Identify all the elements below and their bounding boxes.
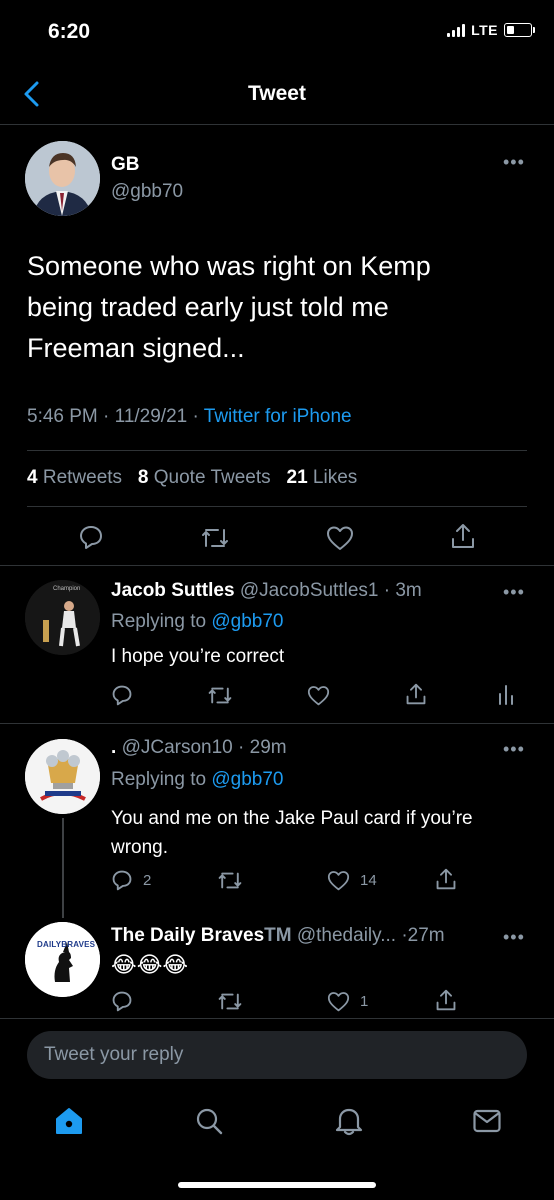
avatar[interactable]: DAILYBRAVES <box>25 922 100 997</box>
reply-author-name[interactable]: Jacob Suttles <box>111 580 235 601</box>
more-icon[interactable]: ••• <box>503 582 525 603</box>
more-icon[interactable]: ••• <box>503 927 525 948</box>
replying-to-label: Replying to <box>111 611 207 632</box>
reply-count: 2 <box>143 871 152 889</box>
reply-author-name[interactable]: The Daily Braves <box>111 925 264 946</box>
tweet-stats: 4 Retweets 8 Quote Tweets 21 Likes <box>27 467 357 489</box>
replying-to-label: Replying to <box>111 769 207 790</box>
like-icon[interactable] <box>307 685 330 706</box>
reply-icon[interactable] <box>111 990 133 1012</box>
reply-author-handle[interactable]: @JacobSuttles1 <box>240 580 379 601</box>
tweet-meta: 5:46 PM · 11/29/21 · Twitter for iPhone <box>27 406 352 427</box>
like-icon[interactable] <box>326 525 354 551</box>
reply-text-line: wrong. <box>111 837 169 858</box>
like-count: 14 <box>360 872 377 889</box>
messages-icon[interactable] <box>472 1108 502 1134</box>
share-icon[interactable] <box>405 682 427 706</box>
replying-to-handle[interactable]: @gbb70 <box>211 611 283 632</box>
share-icon[interactable] <box>435 867 457 891</box>
avatar-text: DAILYBRAVES <box>37 940 96 949</box>
reply-text: I hope you’re correct <box>111 646 285 667</box>
notifications-icon[interactable] <box>334 1105 364 1137</box>
avatar[interactable] <box>25 141 100 216</box>
network-label: LTE <box>471 22 498 38</box>
retweet-icon[interactable] <box>217 870 243 891</box>
page-title: Tweet <box>248 82 306 105</box>
reply-author-handle[interactable]: @thedaily... <box>297 925 396 946</box>
tweet-text-line: being traded early just told me <box>27 292 389 322</box>
retweet-icon[interactable] <box>217 991 243 1012</box>
reply-input[interactable]: Tweet your reply <box>27 1031 527 1079</box>
like-count: 1 <box>360 993 369 1010</box>
tweet-source[interactable]: Twitter for iPhone <box>204 406 352 427</box>
reply-author-name[interactable]: . <box>111 737 116 758</box>
nav-bar: Tweet <box>0 64 554 125</box>
reply-text-line: You and me on the Jake Paul card if you’… <box>111 808 473 829</box>
reply-time: 3m <box>395 580 422 601</box>
reply-icon[interactable] <box>111 684 133 706</box>
reply-icon[interactable]: 2 <box>111 869 151 891</box>
retweet-icon[interactable] <box>207 685 233 706</box>
search-icon[interactable] <box>194 1106 224 1136</box>
more-icon[interactable]: ••• <box>503 739 525 760</box>
battery-icon <box>504 23 535 37</box>
tweet-text-line: Someone who was right on Kemp <box>27 251 431 281</box>
likes-stat[interactable]: 21 Likes <box>287 467 358 488</box>
reply-header: . @JCarson10 · 29m <box>111 737 287 758</box>
tweet-time: 5:46 PM <box>27 406 98 427</box>
reply-header: The Daily BravesTM @thedaily... ·27m <box>111 925 445 946</box>
reply-icon[interactable] <box>78 524 104 550</box>
signal-icon <box>447 23 466 37</box>
share-icon[interactable] <box>450 522 476 550</box>
like-icon[interactable]: 14 <box>327 870 377 891</box>
analytics-icon[interactable] <box>498 684 514 706</box>
thread-connector <box>62 818 64 918</box>
home-icon[interactable] <box>54 1106 84 1136</box>
divider <box>0 565 554 566</box>
divider <box>27 506 527 507</box>
retweet-icon[interactable] <box>200 526 230 550</box>
divider <box>27 450 527 451</box>
tab-bar <box>0 1090 554 1160</box>
status-indicators: LTE <box>447 22 535 38</box>
home-indicator <box>178 1182 376 1188</box>
divider <box>0 1018 554 1019</box>
author-handle[interactable]: @gbb70 <box>111 181 183 203</box>
more-icon[interactable]: ••• <box>503 152 525 173</box>
status-time: 6:20 <box>48 20 91 43</box>
tweet-date: 11/29/21 <box>114 406 188 427</box>
reply-text: You and me on the Jake Paul card if you’… <box>111 804 473 862</box>
quotes-stat[interactable]: 8 Quote Tweets <box>138 467 271 488</box>
reply-time: 27m <box>407 925 445 946</box>
tweet-text: Someone who was right on Kemp being trad… <box>27 246 527 369</box>
reply-time: 29m <box>249 737 287 758</box>
reply-text: 😂😂😂 <box>111 952 189 977</box>
reply-header: Jacob Suttles @JacobSuttles1 · 3m <box>111 580 422 601</box>
author-name[interactable]: GB <box>111 154 140 176</box>
divider <box>0 723 554 724</box>
replying-to: Replying to @gbb70 <box>111 769 283 791</box>
tweet-text-line: Freeman signed... <box>27 333 245 363</box>
replying-to: Replying to @gbb70 <box>111 611 283 633</box>
avatar[interactable] <box>25 739 100 814</box>
avatar-caption: Champion <box>53 586 81 592</box>
reply-author-handle[interactable]: @JCarson10 <box>122 737 233 758</box>
trademark-badge: TM <box>264 925 292 946</box>
avatar[interactable]: Champion <box>25 580 100 655</box>
retweets-stat[interactable]: 4 Retweets <box>27 467 122 488</box>
share-icon[interactable] <box>435 988 457 1012</box>
like-icon[interactable]: 1 <box>327 991 368 1012</box>
replying-to-handle[interactable]: @gbb70 <box>211 769 283 790</box>
